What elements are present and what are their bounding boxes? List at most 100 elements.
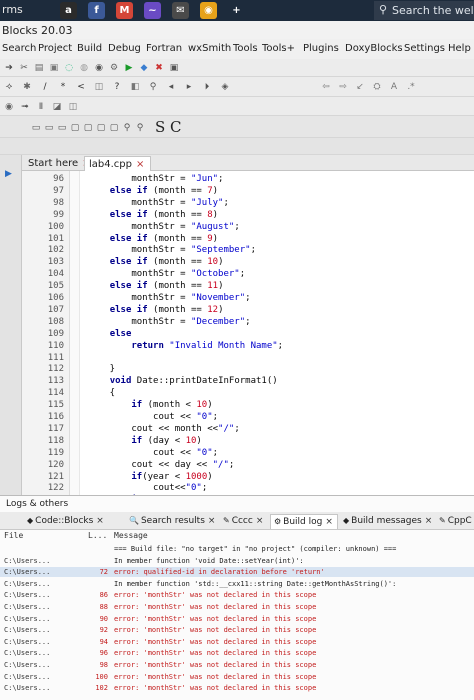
toolbar-icon[interactable]: ◌ (63, 62, 75, 74)
menu-help[interactable]: Help (448, 43, 471, 54)
column-file[interactable]: File (4, 531, 84, 540)
close-icon[interactable]: × (208, 516, 216, 526)
toolbar-letter-c[interactable]: C (170, 118, 181, 136)
toolbar-icon[interactable]: ⚙ (108, 62, 120, 74)
menu-settings[interactable]: Settings (404, 43, 445, 54)
toolbar-icon[interactable]: ▢ (69, 122, 81, 134)
toolbar-icon[interactable]: ⚲ (134, 122, 146, 134)
code-area[interactable]: 96 monthStr = "Jun"; 97 else if (month ==… (22, 171, 474, 505)
toolbar-icon[interactable]: A (388, 81, 400, 93)
toolbar-icon[interactable]: * (57, 81, 69, 93)
toolbar-icon[interactable]: ◧ (129, 81, 141, 93)
toolbar-icon[interactable]: < (75, 81, 87, 93)
menu-search[interactable]: Search (2, 43, 36, 54)
toolbar-icon[interactable]: ▸ (183, 81, 195, 93)
log-row[interactable]: C:\Users... 90 error: 'monthStr' was not d… (0, 614, 474, 624)
menu-project[interactable]: Project (38, 43, 72, 54)
menu-tools[interactable]: Tools (233, 43, 258, 54)
menu-debug[interactable]: Debug (108, 43, 141, 54)
log-row[interactable]: C:\Users... 72 error: qualified-id in decl… (0, 567, 474, 578)
log-row[interactable]: C:\Users... 98 error: 'monthStr' was not d… (0, 660, 474, 670)
close-icon[interactable]: × (96, 516, 104, 526)
close-icon[interactable]: × (325, 517, 333, 527)
code-editor[interactable]: Start here ×lab4.cpp × 96 monthStr = "Jun"… (22, 155, 474, 505)
menu-build[interactable]: Build (77, 43, 102, 54)
close-icon[interactable]: × (425, 516, 433, 526)
toolbar-icon[interactable]: Ⅱ (35, 101, 47, 113)
log-row[interactable]: C:\Users... 96 error: 'monthStr' was not d… (0, 648, 474, 658)
logs-tab[interactable]: ⚙ Build log × (270, 514, 338, 529)
toolbar-icon[interactable]: ✱ (21, 81, 33, 93)
toolbar-icon[interactable]: ➟ (19, 101, 31, 113)
menu-plugins[interactable]: Plugins (303, 43, 339, 54)
toolbar-icon[interactable]: ⚲ (147, 81, 159, 93)
close-icon[interactable]: × (256, 516, 264, 526)
toolbar-icon[interactable]: ◆ (138, 62, 150, 74)
menu-wxsmith[interactable]: wxSmith (188, 43, 231, 54)
toolbar-icon[interactable]: ✂ (18, 62, 30, 74)
toolbar-icon[interactable]: ▭ (30, 122, 42, 134)
chrome-icon[interactable]: ◉ (200, 2, 217, 19)
logs-tab[interactable]: ◆ Code::Blocks × (24, 514, 108, 529)
log-row[interactable]: C:\Users... 88 error: 'monthStr' was not d… (0, 602, 474, 612)
code-token: 10 (185, 435, 197, 446)
toolbar-icon[interactable]: ▣ (168, 62, 180, 74)
amazon-icon[interactable]: a (60, 2, 77, 19)
menu-fortran[interactable]: Fortran (146, 43, 182, 54)
toolbar-icon[interactable]: ▢ (82, 122, 94, 134)
log-row[interactable]: C:\Users... 100 error: 'monthStr' was not … (0, 672, 474, 682)
toolbar-letter-s[interactable]: S (155, 118, 165, 136)
toolbar-icon[interactable]: ⏵ (201, 81, 213, 93)
toolbar-icon[interactable]: ▶ (123, 62, 135, 74)
toolbar-icon[interactable]: ◈ (219, 81, 231, 93)
log-row[interactable]: === Build file: "no target" in "no proje… (0, 544, 474, 554)
log-row[interactable]: C:\Users... 102 error: 'monthStr' was not … (0, 683, 474, 693)
toolbar-icon[interactable]: ◍ (78, 62, 90, 74)
toolbar-icon[interactable]: ◉ (93, 62, 105, 74)
log-row[interactable]: C:\Users... In member function 'std::__cx… (0, 579, 474, 589)
toolbar-icon[interactable]: ⟢ (3, 81, 15, 93)
mail-icon[interactable]: ✉ (172, 2, 189, 19)
toolbar-icon[interactable]: ▢ (95, 122, 107, 134)
close-icon[interactable]: × (136, 159, 144, 170)
toolbar-icon[interactable]: ▭ (43, 122, 55, 134)
toolbar-icon[interactable]: ⇨ (337, 81, 349, 93)
toolbar-icon[interactable]: ▭ (56, 122, 68, 134)
toolbar-icon[interactable]: ⚲ (121, 122, 133, 134)
logs-tab[interactable]: ✎ CppC (436, 514, 474, 529)
log-row[interactable]: C:\Users... 86 error: 'monthStr' was not d… (0, 590, 474, 600)
logs-tab[interactable]: ✎ Cccc × (220, 514, 267, 529)
toolbar-icon[interactable]: ⇦ (320, 81, 332, 93)
toolbar-icon[interactable]: ◪ (51, 101, 63, 113)
web-search-box[interactable]: ⚲ Search the wel (374, 1, 474, 20)
toolbar-icon[interactable]: ◫ (67, 101, 79, 113)
editor-tab[interactable]: lab4.cpp × (84, 156, 152, 171)
logs-tab[interactable]: ◆ Build messages × (340, 514, 436, 529)
toolbar-icon[interactable]: ◂ (165, 81, 177, 93)
toolbar-icon[interactable]: ◉ (3, 101, 15, 113)
log-row[interactable]: C:\Users... 94 error: 'monthStr' was not d… (0, 637, 474, 647)
toolbar-icon[interactable]: .* (405, 81, 417, 93)
log-row[interactable]: C:\Users... 92 error: 'monthStr' was not d… (0, 625, 474, 635)
menu-doxyblocks[interactable]: DoxyBlocks (345, 43, 403, 54)
column-message[interactable]: Message (114, 531, 148, 540)
expand-arrow-icon[interactable]: ▶ (5, 169, 12, 179)
facebook-icon[interactable]: f (88, 2, 105, 19)
column-line[interactable]: L... (88, 531, 108, 540)
toolbar-icon[interactable]: ➔ (3, 62, 15, 74)
log-row[interactable]: C:\Users... In member function 'void Date… (0, 556, 474, 566)
toolbar-icon[interactable]: ◫ (93, 81, 105, 93)
toolbar-icon[interactable]: ▣ (48, 62, 60, 74)
toolbar-icon[interactable]: ⛭ (371, 81, 383, 93)
gmail-icon[interactable]: M (116, 2, 133, 19)
toolbar-icon[interactable]: ? (111, 81, 123, 93)
toolbar-icon[interactable]: ▤ (33, 62, 45, 74)
app-icon[interactable]: ~ (144, 2, 161, 19)
toolbar-icon[interactable]: ✖ (153, 62, 165, 74)
toolbar-icon[interactable]: ↙ (354, 81, 366, 93)
new-tab-icon[interactable]: + (228, 2, 245, 19)
toolbar-icon[interactable]: / (39, 81, 51, 93)
menu-tools[interactable]: Tools+ (262, 43, 295, 54)
toolbar-icon[interactable]: ▢ (108, 122, 120, 134)
logs-tab[interactable]: 🔍 Search results × (126, 514, 219, 529)
